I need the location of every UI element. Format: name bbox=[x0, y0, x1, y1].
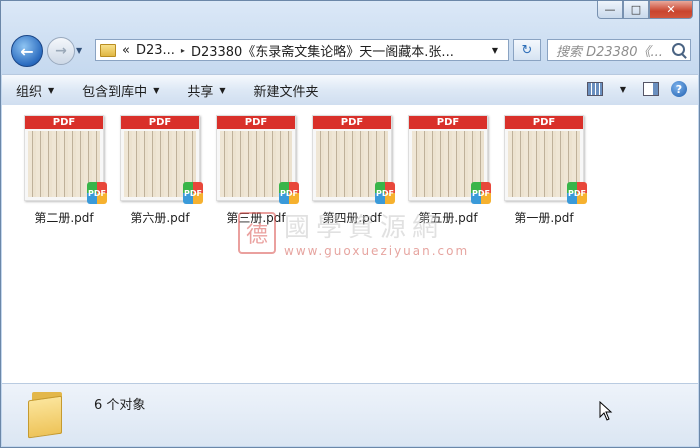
file-name[interactable]: 第二册.pdf bbox=[16, 209, 112, 226]
file-item[interactable]: PDF PDF 第二册.pdf bbox=[16, 115, 112, 226]
help-button[interactable]: ? bbox=[668, 79, 690, 99]
chevron-down-icon: ▼ bbox=[153, 85, 160, 95]
file-item[interactable]: PDF PDF 第六册.pdf bbox=[112, 115, 208, 226]
breadcrumb-separator[interactable]: ▸ bbox=[181, 46, 185, 55]
organize-label: 组织 bbox=[16, 84, 43, 100]
close-button[interactable]: ✕ bbox=[649, 1, 693, 19]
pdf-thumbnail: PDF PDF bbox=[312, 115, 395, 204]
pdf-banner: PDF bbox=[313, 116, 391, 129]
search-placeholder: 搜索 D23380《... bbox=[556, 44, 663, 60]
pdf-thumbnail: PDF PDF bbox=[24, 115, 107, 204]
watermark-seal-icon: 德 bbox=[238, 211, 276, 254]
views-icon bbox=[587, 82, 603, 96]
toolbar-right-group: ▼ ? bbox=[578, 79, 690, 99]
view-options-dropdown[interactable]: ▼ bbox=[612, 79, 634, 99]
caption-buttons: — □ ✕ bbox=[597, 1, 693, 19]
address-overflow-chevron[interactable]: « bbox=[122, 43, 130, 58]
navigation-bar: ← → ▼ « D23... ▸ D23380《东录斋文集论略》天一阁藏本.张.… bbox=[9, 35, 691, 67]
pdf-thumbnail: PDF PDF bbox=[408, 115, 491, 204]
explorer-window: — □ ✕ ← → ▼ « D23... ▸ D23380《东录斋文集论略》天一… bbox=[0, 0, 700, 448]
maximize-button[interactable]: □ bbox=[623, 1, 649, 19]
help-icon: ? bbox=[671, 81, 687, 97]
pdf-app-icon: PDF bbox=[87, 182, 107, 204]
pdf-app-icon: PDF bbox=[279, 182, 299, 204]
address-bar[interactable]: « D23... ▸ D23380《东录斋文集论略》天一阁藏本.张... ▼ bbox=[95, 39, 509, 61]
pdf-banner: PDF bbox=[121, 116, 199, 129]
watermark-title: 國學資源網 bbox=[284, 213, 445, 243]
mouse-pointer-icon bbox=[599, 400, 613, 424]
back-button[interactable]: ← bbox=[11, 35, 43, 67]
organize-menu[interactable]: 组织 ▼ bbox=[2, 75, 68, 105]
file-name[interactable]: 第一册.pdf bbox=[496, 209, 592, 226]
preview-pane-button[interactable] bbox=[640, 79, 662, 99]
pdf-banner: PDF bbox=[409, 116, 487, 129]
recent-pages-dropdown[interactable]: ▼ bbox=[76, 46, 82, 55]
new-folder-button[interactable]: 新建文件夹 bbox=[240, 75, 333, 105]
minimize-button[interactable]: — bbox=[597, 1, 623, 19]
watermark-url: www.guoxueziyuan.com bbox=[284, 244, 470, 258]
breadcrumb-root[interactable]: D23... bbox=[136, 43, 175, 58]
pdf-banner: PDF bbox=[217, 116, 295, 129]
file-list-area[interactable]: PDF PDF 第二册.pdf PDF PDF 第六册.pdf PDF PDF … bbox=[2, 105, 698, 383]
pdf-app-icon: PDF bbox=[183, 182, 203, 204]
search-icon[interactable] bbox=[672, 43, 685, 56]
share-menu[interactable]: 共享 ▼ bbox=[173, 75, 239, 105]
file-item[interactable]: PDF PDF 第一册.pdf bbox=[496, 115, 592, 226]
change-view-button[interactable] bbox=[584, 79, 606, 99]
pdf-banner: PDF bbox=[25, 116, 103, 129]
pdf-thumbnail: PDF PDF bbox=[120, 115, 203, 204]
refresh-button[interactable]: ↻ bbox=[513, 39, 541, 61]
details-pane: 6 个对象 bbox=[2, 383, 698, 446]
search-input[interactable]: 搜索 D23380《... bbox=[547, 39, 691, 61]
folder-icon bbox=[28, 390, 66, 439]
breadcrumb-current[interactable]: D23380《东录斋文集论略》天一阁藏本.张... bbox=[191, 41, 454, 60]
site-watermark: 德 國學資源網 www.guoxueziyuan.com bbox=[238, 207, 469, 258]
forward-button[interactable]: → bbox=[47, 37, 75, 65]
item-count: 6 个对象 bbox=[94, 398, 146, 413]
pdf-banner: PDF bbox=[505, 116, 583, 129]
pdf-app-icon: PDF bbox=[471, 182, 491, 204]
chevron-down-icon: ▼ bbox=[48, 85, 55, 95]
address-dropdown[interactable]: ▼ bbox=[492, 46, 498, 55]
chevron-down-icon: ▼ bbox=[219, 85, 226, 95]
watermark-text: 國學資源網 www.guoxueziyuan.com bbox=[284, 207, 469, 258]
new-folder-label: 新建文件夹 bbox=[253, 84, 319, 100]
pdf-thumbnail: PDF PDF bbox=[216, 115, 299, 204]
include-in-library-menu[interactable]: 包含到库中 ▼ bbox=[68, 75, 173, 105]
command-toolbar: 组织 ▼ 包含到库中 ▼ 共享 ▼ 新建文件夹 ▼ ? bbox=[2, 74, 698, 106]
file-name[interactable]: 第六册.pdf bbox=[112, 209, 208, 226]
preview-pane-icon bbox=[643, 82, 659, 96]
pdf-thumbnail: PDF PDF bbox=[504, 115, 587, 204]
folder-icon bbox=[100, 43, 116, 57]
pdf-app-icon: PDF bbox=[567, 182, 587, 204]
share-label: 共享 bbox=[187, 84, 214, 100]
pdf-app-icon: PDF bbox=[375, 182, 395, 204]
include-library-label: 包含到库中 bbox=[82, 84, 148, 100]
